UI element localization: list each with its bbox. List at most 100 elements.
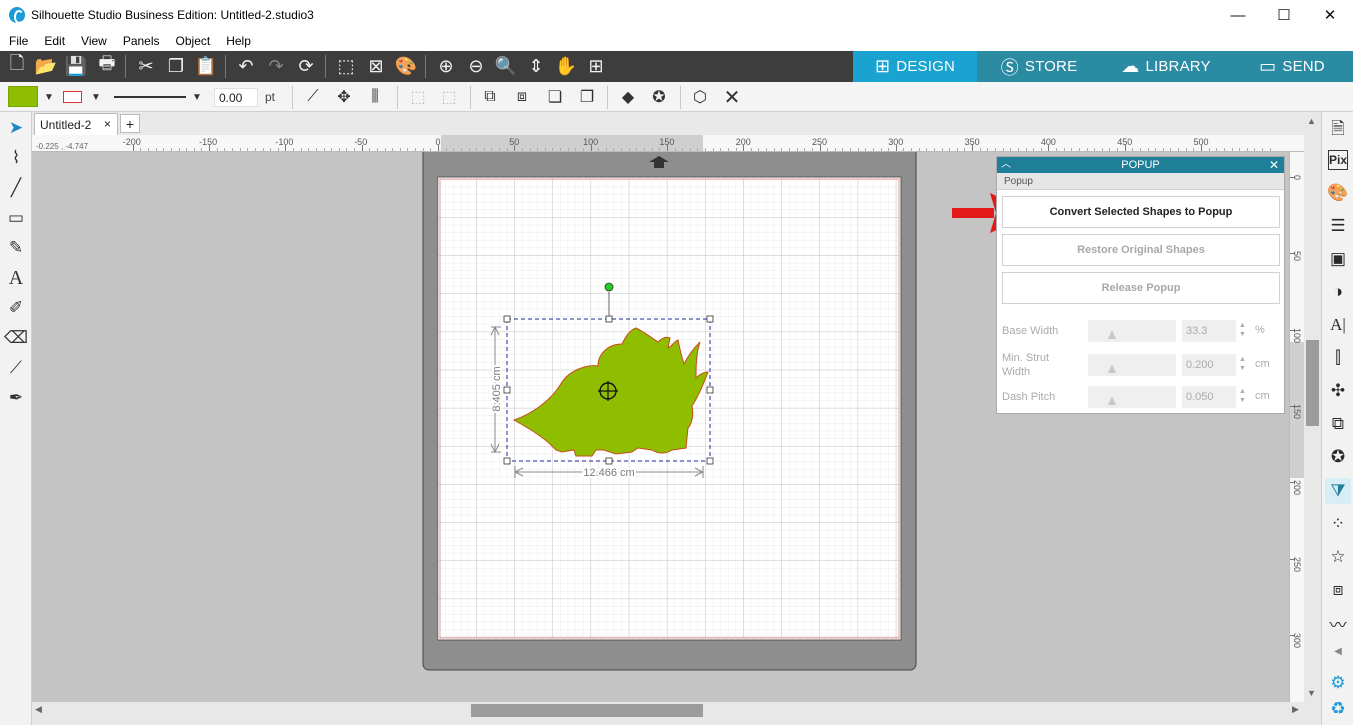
select-arrow-icon[interactable]: ➤ bbox=[3, 115, 29, 141]
star-outline-icon[interactable]: ☆ bbox=[1325, 544, 1351, 570]
eyedropper-icon[interactable]: ✒ bbox=[3, 385, 29, 411]
bring-to-front-icon[interactable]: ⧉ bbox=[478, 85, 502, 109]
line-style-icon[interactable]: ☰ bbox=[1325, 213, 1351, 239]
sync-icon[interactable]: ♻ bbox=[1325, 696, 1351, 722]
collapse-arrow-icon[interactable]: ◀ bbox=[1325, 638, 1351, 664]
maximize-button[interactable]: ☐ bbox=[1261, 0, 1307, 30]
modify-icon[interactable]: ✪ bbox=[1325, 444, 1351, 470]
rectangle-icon[interactable]: ▭ bbox=[3, 205, 29, 231]
base-width-input[interactable]: 33.3 bbox=[1182, 320, 1236, 342]
transform-icon[interactable]: ✣ bbox=[1325, 378, 1351, 404]
deselect-icon[interactable]: ⊠ bbox=[363, 53, 389, 79]
rotate-handle[interactable] bbox=[604, 282, 614, 292]
edit-points-icon[interactable]: ⌇ bbox=[3, 145, 29, 171]
min-strut-width-stepper[interactable]: ▲ ▼ bbox=[1239, 355, 1246, 373]
horizontal-scrollbar[interactable]: ◀ ▶ bbox=[32, 702, 1304, 719]
eraser-icon[interactable]: ⌫ bbox=[3, 325, 29, 351]
menu-view[interactable]: View bbox=[72, 34, 114, 48]
print-icon[interactable]: 🖶 bbox=[94, 53, 120, 79]
copy-icon[interactable]: ❐ bbox=[163, 53, 189, 79]
zoom-out-icon[interactable]: ⊖ bbox=[463, 53, 489, 79]
tab-design[interactable]: ⊞ DESIGN bbox=[853, 51, 977, 82]
rhinestone-icon[interactable]: ⁘ bbox=[1325, 511, 1351, 537]
cut-icon[interactable]: ✂ bbox=[133, 53, 159, 79]
dash-pitch-input[interactable]: 0.050 bbox=[1182, 386, 1236, 408]
fit-to-page-icon[interactable]: ⇕ bbox=[523, 53, 549, 79]
send-to-back-icon[interactable]: ⧈ bbox=[510, 85, 534, 109]
vertical-scrollbar[interactable]: ▲ ▼ bbox=[1304, 112, 1321, 702]
document-tab[interactable]: Untitled-2 × bbox=[34, 113, 118, 135]
line-width-input[interactable]: 0.00 bbox=[214, 88, 258, 107]
dash-pitch-slider[interactable] bbox=[1088, 386, 1176, 408]
line-tool-icon[interactable]: ⟋ bbox=[301, 85, 325, 109]
close-panel-icon[interactable]: ✕ bbox=[1269, 157, 1279, 173]
text-style-icon[interactable]: A| bbox=[1325, 312, 1351, 338]
add-tab-button[interactable]: + bbox=[120, 114, 140, 133]
close-tab-icon[interactable]: × bbox=[104, 117, 111, 131]
menu-edit[interactable]: Edit bbox=[35, 34, 72, 48]
bring-forward-icon[interactable]: ❏ bbox=[543, 85, 567, 109]
tab-send[interactable]: ▭ SEND bbox=[1231, 51, 1353, 82]
collapse-chevron-icon[interactable]: ︿ bbox=[1001, 157, 1011, 173]
star-icon[interactable]: ✪ bbox=[647, 85, 671, 109]
tab-library[interactable]: ☁ LIBRARY bbox=[1101, 51, 1231, 82]
line-style-preview[interactable] bbox=[114, 96, 186, 98]
3d-box-icon[interactable]: ⬡ bbox=[688, 85, 712, 109]
line-color-dropdown-icon[interactable]: ▼ bbox=[84, 85, 108, 109]
menu-object[interactable]: Object bbox=[167, 34, 218, 48]
min-strut-width-input[interactable]: 0.200 bbox=[1182, 354, 1236, 376]
shapes-icon[interactable]: ◆ bbox=[616, 85, 640, 109]
align-panel-icon[interactable]: ⫿ bbox=[1325, 345, 1351, 371]
transparency-icon[interactable]: ◑ bbox=[1325, 279, 1351, 305]
align-icon[interactable]: ⫼ bbox=[363, 85, 387, 109]
fill-pattern-icon[interactable]: ▣ bbox=[1325, 246, 1351, 272]
sketch-icon[interactable]: 〰 bbox=[1325, 610, 1351, 636]
convert-to-popup-button[interactable]: Convert Selected Shapes to Popup bbox=[1002, 196, 1280, 228]
line-style-dropdown-icon[interactable]: ▼ bbox=[185, 85, 209, 109]
settings-gear-icon[interactable]: ⚙ bbox=[1325, 670, 1351, 696]
minimize-button[interactable]: — bbox=[1215, 0, 1261, 30]
horizontal-scroll-thumb[interactable] bbox=[471, 704, 703, 717]
pencil-icon[interactable]: ✎ bbox=[3, 235, 29, 261]
page-setup-icon[interactable]: 🗎 bbox=[1325, 117, 1351, 143]
move-icon[interactable]: ✥ bbox=[332, 85, 356, 109]
vertical-scroll-thumb[interactable] bbox=[1306, 340, 1319, 426]
nesting-icon[interactable]: ⧈ bbox=[1325, 577, 1351, 603]
knife-tool-icon[interactable]: ⟋ bbox=[3, 355, 29, 381]
fill-color-swatch[interactable] bbox=[8, 86, 38, 107]
menu-file[interactable]: File bbox=[0, 34, 35, 48]
ungroup-icon[interactable]: ⬚ bbox=[437, 85, 461, 109]
base-width-slider[interactable] bbox=[1088, 320, 1176, 342]
knife-icon[interactable]: ✐ bbox=[3, 295, 29, 321]
paste-icon[interactable]: 📋 bbox=[193, 53, 219, 79]
popup-panel-icon[interactable]: ⧩ bbox=[1325, 478, 1351, 504]
fill-dropdown-icon[interactable]: ▼ bbox=[37, 85, 61, 109]
fit-to-window-icon[interactable]: ⊞ bbox=[583, 53, 609, 79]
close-x-icon[interactable]: ✕ bbox=[720, 85, 744, 109]
zoom-select-icon[interactable]: 🔍 bbox=[493, 53, 519, 79]
replicate-icon[interactable]: ⧉ bbox=[1325, 411, 1351, 437]
open-folder-icon[interactable]: 📂 bbox=[33, 53, 59, 79]
save-icon[interactable]: 💾 bbox=[63, 53, 89, 79]
min-strut-width-slider[interactable] bbox=[1088, 354, 1176, 376]
menu-panels[interactable]: Panels bbox=[114, 34, 167, 48]
restore-original-shapes-button[interactable]: Restore Original Shapes bbox=[1002, 234, 1280, 266]
pixscan-icon[interactable]: Pix bbox=[1328, 150, 1348, 170]
zoom-in-icon[interactable]: ⊕ bbox=[433, 53, 459, 79]
dash-pitch-stepper[interactable]: ▲ ▼ bbox=[1239, 387, 1246, 405]
fill-palette-icon[interactable]: 🎨 bbox=[1325, 180, 1351, 206]
text-icon[interactable]: A bbox=[3, 265, 29, 291]
send-backward-icon[interactable]: ❐ bbox=[575, 85, 599, 109]
redo-icon[interactable]: ↷ bbox=[263, 53, 289, 79]
base-width-stepper[interactable]: ▲ ▼ bbox=[1239, 321, 1246, 339]
line-color-swatch[interactable] bbox=[63, 91, 82, 103]
tab-store[interactable]: Ⓢ STORE bbox=[977, 51, 1101, 82]
group-icon[interactable]: ⬚ bbox=[406, 85, 430, 109]
close-window-button[interactable]: ✕ bbox=[1307, 0, 1353, 30]
refresh-icon[interactable]: ⟳ bbox=[293, 53, 319, 79]
line-icon[interactable]: ╱ bbox=[3, 175, 29, 201]
pan-hand-icon[interactable]: ✋ bbox=[553, 53, 579, 79]
select-by-color-icon[interactable]: 🎨 bbox=[393, 53, 419, 79]
menu-help[interactable]: Help bbox=[217, 34, 258, 48]
undo-icon[interactable]: ↶ bbox=[233, 53, 259, 79]
